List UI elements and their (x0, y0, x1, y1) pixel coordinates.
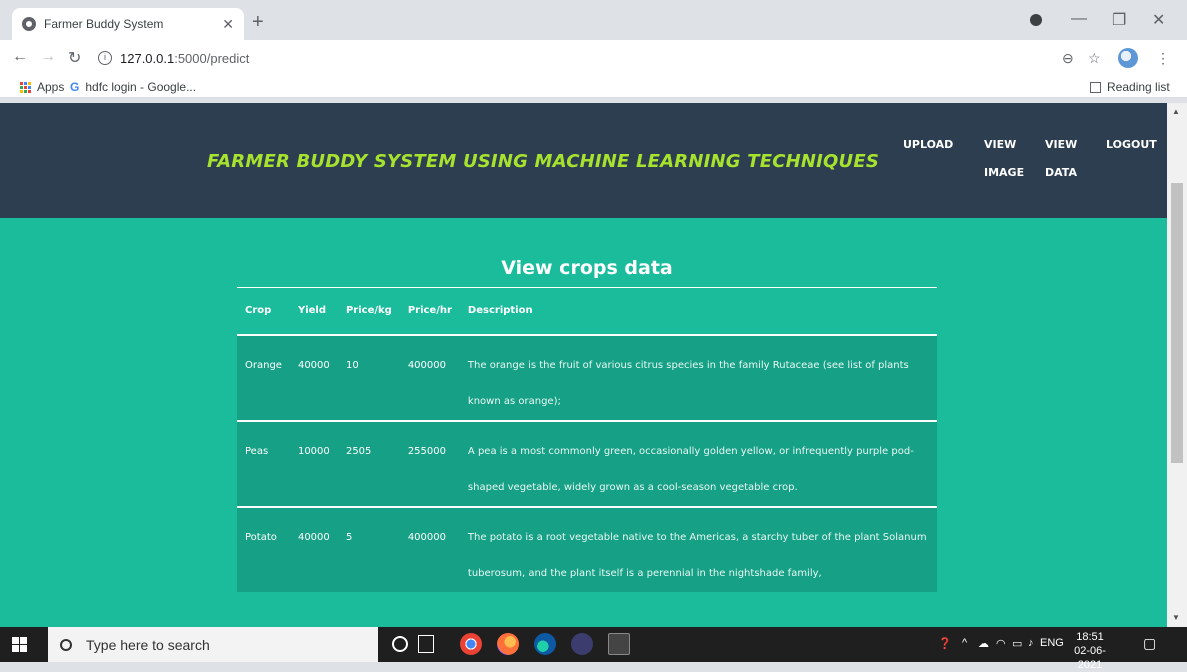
browser-toolbar: ← → ↻ i 127.0.0.1:5000/predict ⊖ ☆ ⋮ (0, 40, 1187, 76)
reading-list-label: Reading list (1107, 80, 1170, 94)
wifi-icon[interactable]: ◠ (996, 637, 1006, 650)
column-header-price-kg: Price/kg (345, 305, 392, 317)
table-row: Potato 40000 5 400000 The potato is a ro… (237, 506, 937, 592)
tab-title: Farmer Buddy System (44, 17, 164, 31)
volume-icon[interactable]: ♪ (1028, 637, 1034, 649)
site-brand: FARMER BUDDY SYSTEM USING MACHINE LEARNI… (207, 151, 880, 172)
new-tab-icon[interactable]: + (252, 12, 264, 32)
nav-logout[interactable]: LOGOUT (1106, 131, 1157, 159)
windows-start-icon[interactable] (12, 637, 27, 652)
restore-icon[interactable]: ❐ (1112, 10, 1126, 30)
table-row: Peas 10000 2505 255000 A pea is a most c… (237, 420, 937, 507)
taskbar-search[interactable]: Type here to search (48, 627, 378, 662)
bookmark-hdfc[interactable]: G hdfc login - Google... (70, 80, 196, 94)
windows-taskbar: Type here to search ❓ ^ ☁ ◠ ▭ ♪ ENG 18:5… (0, 627, 1187, 671)
clock-time: 18:51 (1076, 631, 1104, 643)
cell-price-hr: 255000 (407, 445, 446, 457)
column-header-yield: Yield (297, 305, 326, 317)
nav-view-image-line2: IMAGE (984, 166, 1025, 179)
close-tab-icon[interactable]: ✕ (222, 16, 234, 33)
site-header: FARMER BUDDY SYSTEM USING MACHINE LEARNI… (0, 103, 1167, 218)
bookmarks-bar: Apps G hdfc login - Google... Reading li… (0, 76, 1187, 98)
close-window-icon[interactable]: ✕ (1152, 10, 1165, 30)
nav-view-image-line1: VIEW (984, 138, 1017, 151)
table-header-row: Crop Yield Price/kg Price/hr Description (237, 287, 937, 335)
column-header-crop: Crop (245, 305, 272, 317)
cell-price-kg: 10 (345, 359, 359, 371)
tab-strip: Farmer Buddy System ✕ + — ❐ ✕ (0, 0, 1187, 40)
cell-price-hr: 400000 (407, 531, 446, 543)
cloud-icon[interactable]: ☁ (978, 637, 989, 650)
bookmark-label: hdfc login - Google... (85, 80, 197, 94)
clock-date: 02-06-2021 (1074, 645, 1106, 671)
cell-crop: Peas (245, 445, 269, 457)
page-scrollbar[interactable]: ▲ ▼ (1167, 103, 1187, 627)
chrome-icon[interactable] (460, 633, 482, 655)
cell-description: The orange is the fruit of various citru… (467, 359, 909, 407)
cell-yield: 10000 (297, 445, 330, 457)
bookmark-label: Apps (37, 80, 65, 94)
nav-view-data[interactable]: VIEW DATA (1045, 131, 1077, 187)
cell-price-kg: 2505 (345, 445, 372, 457)
page-title: View crops data (501, 257, 673, 279)
scroll-down-icon[interactable]: ▼ (1172, 613, 1180, 622)
info-icon[interactable]: i (98, 51, 112, 65)
zoom-icon[interactable]: ⊖ (1062, 50, 1074, 67)
crops-table-wrap: Crop Yield Price/kg Price/hr Description… (237, 287, 937, 592)
star-icon[interactable]: ☆ (1088, 50, 1101, 67)
help-icon[interactable]: ❓ (938, 637, 952, 650)
cell-description: The potato is a root vegetable native to… (467, 531, 927, 579)
cell-crop: Potato (245, 531, 277, 543)
address-bar[interactable]: i 127.0.0.1:5000/predict (98, 46, 1158, 70)
reading-list-button[interactable]: Reading list (1090, 80, 1170, 94)
taskbar-search-placeholder: Type here to search (86, 636, 210, 653)
task-view-icon[interactable] (418, 635, 434, 653)
cell-price-kg: 5 (345, 531, 353, 543)
cell-price-hr: 400000 (407, 359, 446, 371)
globe-icon (22, 17, 36, 31)
reload-icon[interactable]: ↻ (68, 48, 81, 68)
forward-icon[interactable]: → (40, 48, 56, 66)
app-icon[interactable] (571, 633, 593, 655)
google-icon: G (70, 80, 80, 94)
terminal-icon[interactable] (608, 633, 630, 655)
cell-crop: Orange (245, 359, 282, 371)
crops-table: Crop Yield Price/kg Price/hr Description… (237, 287, 937, 592)
edge-icon[interactable] (534, 633, 556, 655)
cell-yield: 40000 (297, 359, 330, 371)
column-header-description: Description (467, 305, 533, 317)
nav-upload[interactable]: UPLOAD (903, 131, 953, 159)
back-icon[interactable]: ← (12, 48, 28, 66)
url-host: 127.0.0.1 (120, 50, 175, 66)
language-indicator[interactable]: ENG (1040, 637, 1064, 649)
taskbar-clock[interactable]: 18:51 02-06-2021 (1066, 630, 1114, 672)
profile-avatar[interactable] (1118, 48, 1138, 68)
url-path: :5000/predict (174, 50, 250, 66)
scroll-up-icon[interactable]: ▲ (1172, 107, 1180, 116)
minimize-icon[interactable]: — (1071, 10, 1087, 28)
column-header-price-hr: Price/hr (407, 305, 452, 317)
browser-tab[interactable]: Farmer Buddy System ✕ (12, 8, 244, 40)
cortana-icon[interactable] (392, 636, 408, 652)
menu-dots-icon[interactable]: ⋮ (1156, 50, 1170, 67)
nav-view-data-line1: VIEW (1045, 138, 1078, 151)
firefox-icon[interactable] (497, 633, 519, 655)
reading-list-icon (1090, 81, 1101, 93)
search-icon (60, 638, 72, 651)
cell-description: A pea is a most commonly green, occasion… (467, 445, 914, 493)
apps-icon (20, 81, 31, 93)
bookmark-apps[interactable]: Apps (20, 80, 64, 94)
cell-yield: 40000 (297, 531, 330, 543)
nav-view-image[interactable]: VIEW IMAGE (984, 131, 1024, 187)
scroll-thumb[interactable] (1171, 183, 1183, 463)
nav-view-data-line2: DATA (1045, 166, 1077, 179)
notifications-icon[interactable]: ▢ (1143, 635, 1156, 652)
battery-icon[interactable]: ▭ (1012, 637, 1022, 650)
chevron-up-icon[interactable]: ^ (962, 637, 967, 649)
table-row: Orange 40000 10 400000 The orange is the… (237, 334, 937, 421)
record-icon[interactable] (1030, 14, 1042, 26)
page-viewport: FARMER BUDDY SYSTEM USING MACHINE LEARNI… (0, 103, 1167, 627)
